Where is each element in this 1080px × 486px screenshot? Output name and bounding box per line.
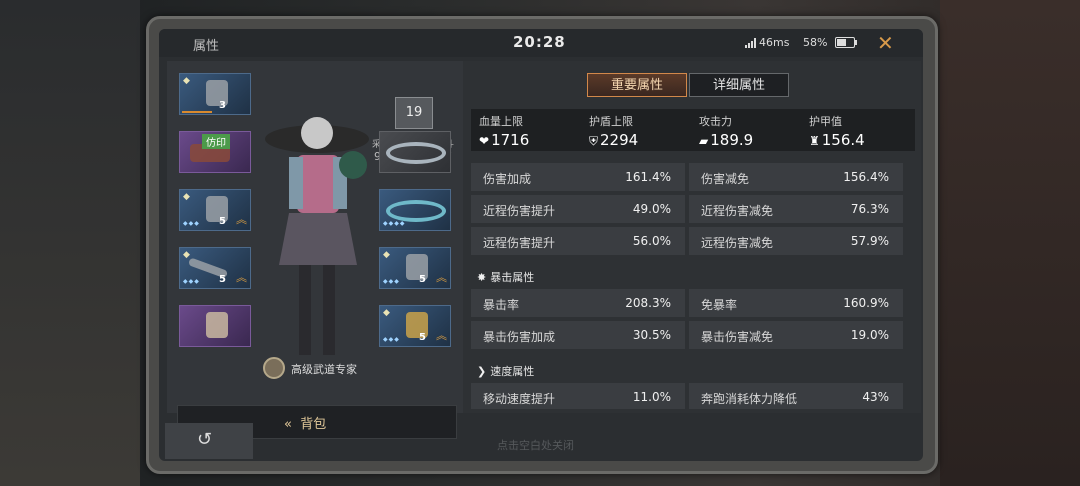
upgrade-icon: ︽ bbox=[236, 271, 247, 284]
equipment-slot-weapon[interactable]: ◆ ◆◆◆ 5 ︽ bbox=[179, 189, 251, 231]
stat-max-health: 血量上限 ❤ 1716 bbox=[479, 115, 530, 149]
equipment-slot-belt[interactable]: ◆◆◆◆ bbox=[379, 189, 451, 231]
panel-title: 属性 bbox=[193, 39, 220, 54]
attr-row: 伤害加成 161.4% bbox=[471, 163, 685, 191]
stat-attack: 攻击力 ▰ 189.9 bbox=[699, 115, 754, 149]
attr-row: 近程伤害提升 49.0% bbox=[471, 195, 685, 223]
attr-row: 暴击率 208.3% bbox=[471, 289, 685, 317]
heart-icon: ❤ bbox=[479, 134, 490, 148]
battery-icon bbox=[835, 37, 857, 48]
ring-item bbox=[386, 142, 446, 164]
gem-icon: ◆ bbox=[183, 250, 190, 260]
gem-icon: ◆ bbox=[383, 250, 390, 260]
battery-text: 58% bbox=[803, 36, 828, 49]
upgrade-icon: ︽ bbox=[436, 329, 447, 342]
slot-count: 5 bbox=[419, 332, 426, 343]
character-model bbox=[265, 117, 369, 355]
tab-detailed-attributes[interactable]: 详细属性 bbox=[689, 73, 789, 97]
speed-icon: ❯ bbox=[477, 365, 487, 378]
rank-icon bbox=[263, 357, 285, 379]
equipment-slot-vehicle[interactable]: 仿印 bbox=[179, 131, 251, 173]
attr-row: 奔跑消耗体力降低 43% bbox=[689, 383, 903, 409]
rank-title: 高级武道专家 bbox=[291, 363, 357, 376]
attr-row: 近程伤害减免 76.3% bbox=[689, 195, 903, 223]
attr-row: 暴击伤害加成 30.5% bbox=[471, 321, 685, 349]
slot-count: 5 bbox=[219, 274, 226, 285]
equipment-slot-gadget[interactable] bbox=[179, 305, 251, 347]
close-icon[interactable]: ✕ bbox=[877, 31, 894, 55]
armor-icon: ♜ bbox=[809, 134, 820, 148]
attr-row: 暴击伤害减免 19.0% bbox=[689, 321, 903, 349]
star-rating: ◆◆◆◆ bbox=[383, 220, 406, 227]
level-badge: 19 bbox=[395, 97, 433, 129]
gem-icon: ◆ bbox=[183, 76, 190, 86]
stat-armor: 护甲值 ♜ 156.4 bbox=[809, 115, 865, 149]
upgrade-icon: ︽ bbox=[436, 271, 447, 284]
stat-max-shield: 护盾上限 ⛨ 2294 bbox=[589, 115, 639, 149]
equipment-slot-melee[interactable]: ◆ ◆◆◆ 5 ︽ bbox=[179, 247, 251, 289]
attributes-panel: 属性 20:28 46ms 58% ✕ ◆ 3 仿印 ◆ ◆◆◆ 5 ︽ ◆ ◆… bbox=[159, 29, 923, 461]
equipment-slot-ring[interactable] bbox=[379, 131, 451, 173]
star-rating: ◆◆◆ bbox=[183, 220, 200, 227]
equipment-slot-armor[interactable]: ◆ ◆◆◆ 5 ︽ bbox=[379, 247, 451, 289]
section-speed: ❯ 速度属性 bbox=[477, 365, 535, 378]
star-rating: ◆◆◆ bbox=[383, 336, 400, 343]
top-bar: 属性 20:28 46ms 58% ✕ bbox=[159, 29, 923, 57]
durability-bar bbox=[182, 111, 212, 113]
upgrade-icon: ︽ bbox=[236, 213, 247, 226]
backpack-label: « 背包 bbox=[284, 417, 327, 432]
gem-icon: ◆ bbox=[383, 308, 390, 318]
slot-count: 3 bbox=[219, 100, 226, 111]
attr-row: 移动速度提升 11.0% bbox=[471, 383, 685, 409]
item-icon bbox=[206, 312, 228, 338]
back-button[interactable]: ↺ bbox=[165, 423, 253, 459]
imitation-badge: 仿印 bbox=[202, 134, 230, 149]
section-crit: ✸ 暴击属性 bbox=[477, 271, 535, 284]
equipment-slot-chest[interactable]: ◆ ◆◆◆ 5 ︽ bbox=[379, 305, 451, 347]
gem-icon: ◆ bbox=[183, 192, 190, 202]
background bbox=[0, 0, 140, 486]
clock: 20:28 bbox=[513, 33, 566, 51]
slot-count: 5 bbox=[419, 274, 426, 285]
attributes-list: 重要属性 详细属性 血量上限 ❤ 1716 护盾上限 ⛨ 2294 攻击力 ▰ 189… bbox=[463, 61, 921, 413]
signal-icon bbox=[745, 38, 757, 48]
crit-icon: ✸ bbox=[477, 271, 487, 284]
belt-item bbox=[386, 200, 446, 222]
chevron-left-double-icon: « bbox=[284, 417, 292, 432]
slot-count: 5 bbox=[219, 216, 226, 227]
device-frame: 属性 20:28 46ms 58% ✕ ◆ 3 仿印 ◆ ◆◆◆ 5 ︽ ◆ ◆… bbox=[146, 16, 938, 474]
attr-row: 伤害减免 156.4% bbox=[689, 163, 903, 191]
star-rating: ◆◆◆ bbox=[183, 278, 200, 285]
attr-row: 远程伤害减免 57.9% bbox=[689, 227, 903, 255]
gun-icon: ▰ bbox=[699, 134, 709, 148]
close-hint: 点击空白处关闭 bbox=[497, 439, 574, 452]
shield-icon: ⛨ bbox=[589, 134, 599, 148]
back-arrow-icon: ↺ bbox=[197, 429, 213, 450]
summary-stats: 血量上限 ❤ 1716 护盾上限 ⛨ 2294 攻击力 ▰ 189.9 护甲值 ♜ 15… bbox=[471, 109, 915, 151]
attr-row: 远程伤害提升 56.0% bbox=[471, 227, 685, 255]
background bbox=[940, 0, 1080, 486]
tab-important-attributes[interactable]: 重要属性 bbox=[587, 73, 687, 97]
attr-row: 免暴率 160.9% bbox=[689, 289, 903, 317]
ping-text: 46ms bbox=[759, 36, 790, 49]
equipment-panel: ◆ 3 仿印 ◆ ◆◆◆ 5 ︽ ◆ ◆◆◆ 5 ︽ 19 ◆◆◆◆ ◆ ◆◆◆… bbox=[167, 61, 463, 439]
equipment-slot-helmet[interactable]: ◆ 3 bbox=[179, 73, 251, 115]
star-rating: ◆◆◆ bbox=[383, 278, 400, 285]
